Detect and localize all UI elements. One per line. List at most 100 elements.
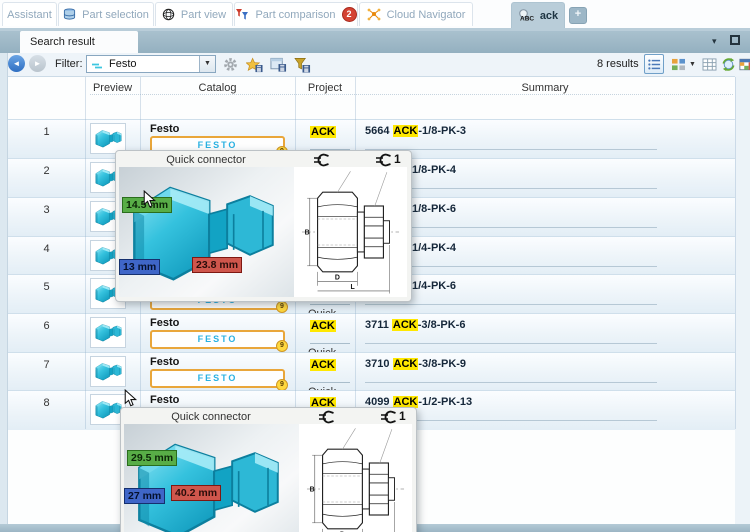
column-header-catalog[interactable]: Catalog [140,82,295,94]
table-row[interactable]: 7 Festo FESTO9 ACK Quick connector 3710 … [8,352,735,391]
part-preview[interactable] [90,317,126,348]
tab-part-view[interactable]: Part view [155,2,233,26]
project-code: ACK [310,320,336,332]
search-abc-icon: ABC [518,9,534,22]
tab-assistant[interactable]: Assistant [2,2,57,26]
row-number: 7 [8,359,85,371]
wrench-icon [312,153,332,167]
technical-drawing [299,424,412,532]
tab-part-comparison-label: Part comparison [255,9,335,21]
divider [365,343,657,344]
color-table-icon[interactable] [736,54,750,74]
tab-cloud-navigator[interactable]: Cloud Navigator [359,2,473,26]
project-code: ACK [310,359,336,371]
tab-search-ack-label: ack [540,10,558,22]
mouse-cursor-icon [143,190,156,209]
row-number: 1 [8,126,85,138]
header-divider [90,94,733,95]
column-header-summary[interactable]: Summary [355,82,735,94]
dimension-label: 29.5 mm [127,450,177,466]
wrench-icon [317,410,337,424]
project-code: ACK [310,126,336,138]
catalog-name: Festo [150,123,179,135]
save-favorite-icon[interactable] [245,56,263,73]
panel-menu-caret-icon[interactable]: ▾ [712,36,717,47]
tab-part-comparison[interactable]: Part comparison 2 [234,2,358,26]
add-tab-button[interactable]: + [569,7,587,24]
column-divider [85,77,86,429]
right-window-strip [735,76,750,524]
compare-icon [235,8,249,21]
sync-globe-icon[interactable] [718,54,738,74]
part-3d-preview [124,424,299,532]
wrench-count: 1 [399,409,406,423]
catalog-status-badge: 9 [276,340,288,352]
filter-label: Filter: [55,58,83,70]
settings-gear-icon[interactable] [221,56,239,73]
save-view-icon[interactable] [269,56,287,73]
part-tooltip: Quick connector 1 14.5 mm 13 mm 23.8 mm [115,150,412,302]
divider [365,382,657,383]
search-result-tab[interactable]: Search result [20,31,138,53]
catalog-name: Festo [150,317,179,329]
network-icon [367,8,381,21]
tooltip-title: Quick connector [116,154,296,166]
results-count: 8 results [597,58,639,70]
dimension-label: 27 mm [124,488,165,504]
comparison-count-badge: 2 [342,7,357,22]
tab-cloud-navigator-label: Cloud Navigator [387,9,466,21]
divider [310,343,350,344]
row-number: 4 [8,243,85,255]
summary-text: 3711 ACK-3/8-PK-6 [365,319,465,331]
mouse-cursor-icon [124,389,137,408]
column-header-project[interactable]: Project [295,82,355,94]
divider [310,382,350,383]
technical-drawing [294,167,407,297]
sphere-icon [162,8,175,21]
part-tooltip: Quick connector 1 29.5 mm 27 mm 40.2 mm [120,407,417,532]
thumbnail-view-button[interactable] [668,54,688,74]
part-3d-preview [119,167,294,297]
dimension-label: 13 mm [119,259,160,275]
database-icon [63,8,76,21]
filter-dropdown-button[interactable]: ▼ [199,56,215,72]
tab-search-ack[interactable]: ABC ack [511,2,565,28]
tab-assistant-label: Assistant [7,9,52,21]
festo-logo: FESTO9 [150,330,285,349]
column-divider [735,77,736,429]
column-header-preview[interactable]: Preview [85,82,140,94]
back-button[interactable]: ◄ [8,55,25,72]
wrench-icon [374,153,394,167]
tab-part-selection-label: Part selection [82,9,149,21]
search-result-tab-label: Search result [30,36,95,48]
row-number: 3 [8,204,85,216]
filter-type-icon [91,61,104,73]
table-top-border [8,76,735,77]
search-toolbar: ◄ ► Filter: Festo ▼ 8 results ▼ [0,53,750,77]
row-number: 2 [8,165,85,177]
summary-text: 5664 ACK-1/8-PK-3 [365,125,466,137]
save-filter-icon[interactable] [293,56,311,73]
part-preview[interactable] [90,356,126,387]
thumbnail-view-caret-icon[interactable]: ▼ [689,61,696,68]
table-row[interactable]: 6 Festo FESTO9 ACK Quick connector 3711 … [8,313,735,352]
dimension-label: 40.2 mm [171,485,221,501]
filter-combobox[interactable]: Festo ▼ [86,55,216,73]
svg-text:ABC: ABC [520,16,534,23]
forward-button[interactable]: ► [29,55,46,72]
divider [310,304,350,305]
tab-part-selection[interactable]: Part selection [58,2,154,26]
festo-logo: FESTO9 [150,369,285,388]
panel-maximize-icon[interactable] [730,35,740,45]
table-view-button[interactable] [699,54,719,74]
catalog-name: Festo [150,356,179,368]
summary-text: 3710 ACK-3/8-PK-9 [365,358,466,370]
wrench-count: 1 [394,152,401,166]
tab-part-view-label: Part view [181,9,226,21]
row-number: 6 [8,320,85,332]
list-view-button[interactable] [644,54,664,74]
main-tab-bar: Assistant Part selection Part view Part … [0,0,750,28]
divider [365,304,657,305]
tooltip-title: Quick connector [121,411,301,423]
catalog-name: Festo [150,394,179,406]
